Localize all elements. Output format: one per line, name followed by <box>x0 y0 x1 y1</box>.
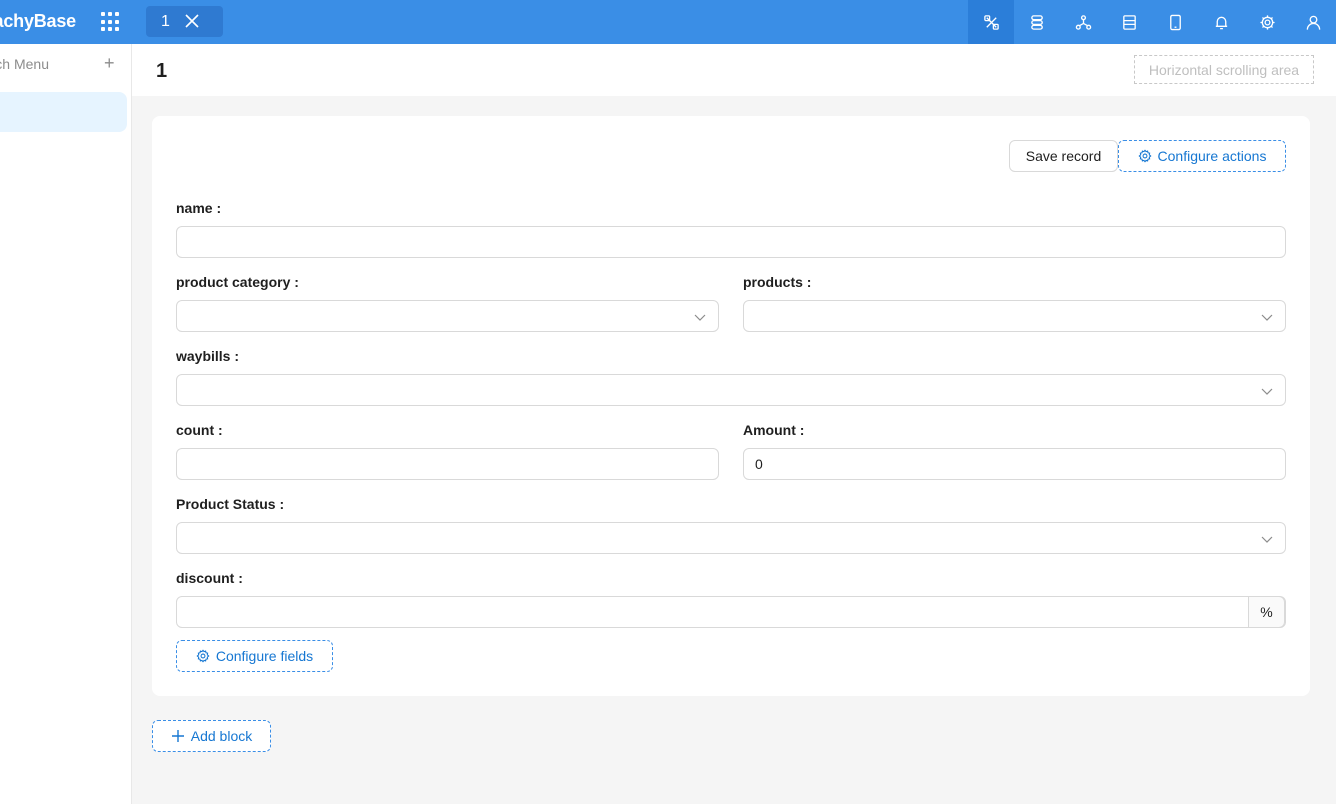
products-field-label: products : <box>743 274 812 290</box>
collection-icon[interactable] <box>1060 0 1106 44</box>
chevron-down-icon <box>1261 536 1273 543</box>
mobile-icon[interactable] <box>1152 0 1198 44</box>
plus-icon <box>171 730 184 742</box>
close-icon[interactable] <box>184 13 200 29</box>
chevron-down-icon <box>1261 314 1273 321</box>
block-template-icon[interactable] <box>1106 0 1152 44</box>
search-menu-input[interactable]: ch Menu <box>0 56 49 72</box>
gear-icon <box>1138 149 1152 163</box>
top-navbar: achyBase 1 <box>0 0 1336 44</box>
configure-actions-button[interactable]: Configure actions <box>1118 140 1286 172</box>
form-card: Save record Configure actions name : pro… <box>152 116 1310 696</box>
amount-input[interactable]: 0 <box>743 448 1286 480</box>
user-icon[interactable] <box>1290 0 1336 44</box>
chevron-down-icon <box>694 314 706 321</box>
add-block-label: Add block <box>190 728 253 744</box>
chevron-down-icon <box>1261 388 1273 395</box>
gear-icon <box>196 649 210 663</box>
configure-actions-label: Configure actions <box>1157 148 1267 164</box>
horizontal-scrolling-area-button[interactable]: Horizontal scrolling area <box>1134 55 1314 84</box>
bell-icon[interactable] <box>1198 0 1244 44</box>
product-category-select[interactable] <box>176 300 719 332</box>
count-input[interactable] <box>176 448 719 480</box>
save-record-button[interactable]: Save record <box>1009 140 1118 172</box>
count-field-label: count : <box>176 422 223 438</box>
workflow-icon[interactable] <box>1014 0 1060 44</box>
page-title: 1 <box>156 60 168 82</box>
product-status-select[interactable] <box>176 522 1286 554</box>
discount-field-label: discount : <box>176 570 243 586</box>
page-header: 1 Horizontal scrolling area <box>132 44 1336 96</box>
gear-icon[interactable] <box>1244 0 1290 44</box>
apps-grid-icon[interactable] <box>101 12 121 32</box>
tab-label: 1 <box>161 13 170 30</box>
configure-fields-label: Configure fields <box>215 648 314 664</box>
ui-editor-icon[interactable] <box>968 0 1014 44</box>
sidebar-item-selected[interactable] <box>0 92 127 132</box>
waybills-select[interactable] <box>176 374 1286 406</box>
waybills-field-label: waybills : <box>176 348 240 364</box>
products-select[interactable] <box>743 300 1286 332</box>
add-block-button[interactable]: Add block <box>152 720 271 752</box>
percent-suffix: % <box>1248 596 1285 628</box>
product-status-field-label: Product Status : <box>176 496 285 512</box>
add-menu-icon[interactable]: + <box>104 54 115 72</box>
name-field-label: name : <box>176 200 222 216</box>
discount-input[interactable]: % <box>176 596 1286 628</box>
logo-text: achyBase <box>0 11 76 31</box>
name-input[interactable] <box>176 226 1286 258</box>
amount-field-label: Amount : <box>743 422 805 438</box>
configure-fields-button[interactable]: Configure fields <box>176 640 333 672</box>
sidebar: ch Menu + <box>0 44 132 804</box>
page-tab[interactable]: 1 <box>146 6 223 37</box>
product-category-field-label: product category : <box>176 274 299 290</box>
